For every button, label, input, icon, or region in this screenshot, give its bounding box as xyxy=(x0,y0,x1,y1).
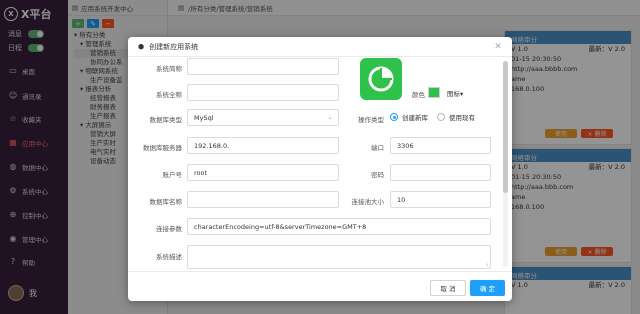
close-icon[interactable]: ✕ xyxy=(493,42,503,52)
radio-create-new-db[interactable]: 创建新库 xyxy=(390,112,428,122)
app-icon-preview[interactable] xyxy=(360,58,402,100)
radio-dot xyxy=(390,113,398,121)
system-desc-textarea[interactable]: ⌟ xyxy=(187,245,491,269)
resize-grip-icon[interactable]: ⌟ xyxy=(485,260,488,267)
field-label: 密码 xyxy=(371,171,384,179)
modal-title: 创建新应用系统 xyxy=(149,42,199,51)
cube-icon: ⬢ xyxy=(138,42,145,51)
modal-footer: 取 消 确 定 xyxy=(128,271,512,301)
color-swatch[interactable] xyxy=(428,87,440,98)
cancel-button[interactable]: 取 消 xyxy=(430,280,466,296)
radio-dot xyxy=(437,113,445,121)
scrollbar-thumb[interactable] xyxy=(503,61,508,193)
create-app-modal: ⬢ 创建新应用系统 ✕ 系统简称 系统全称 颜色 图标▾ 数据库类型 MySql… xyxy=(128,37,512,301)
color-label: 颜色 xyxy=(412,91,425,99)
field-label: 操作类型 xyxy=(358,116,384,124)
field-label: 系统简称 xyxy=(156,65,182,73)
pool-size-input[interactable]: 10 xyxy=(390,191,491,208)
password-input[interactable] xyxy=(390,164,491,181)
field-label: 系统描述 xyxy=(156,253,182,261)
field-label: 端口 xyxy=(371,144,384,152)
system-short-name-input[interactable] xyxy=(187,58,339,75)
system-full-name-input[interactable] xyxy=(187,84,339,101)
icon-picker[interactable]: 图标▾ xyxy=(447,88,463,98)
caret-down-icon: ▾ xyxy=(460,90,464,98)
field-label: 连接参数 xyxy=(156,225,182,233)
radio-use-existing-db[interactable]: 使用现有 xyxy=(437,112,475,122)
pie-chart-icon xyxy=(368,66,394,92)
field-label: 连接池大小 xyxy=(351,198,385,206)
confirm-button[interactable]: 确 定 xyxy=(470,280,505,296)
modal-scrollbar[interactable] xyxy=(503,61,508,267)
port-input[interactable]: 3306 xyxy=(390,137,491,154)
conn-params-input[interactable]: characterEncodeing=utf-8&serverTimezone=… xyxy=(187,218,491,235)
modal-header: ⬢ 创建新应用系统 ✕ xyxy=(128,37,512,57)
modal-body: 系统简称 系统全称 颜色 图标▾ 数据库类型 MySql ⌄ 操作类型 创建新库 xyxy=(128,57,512,271)
field-label: 系统全称 xyxy=(156,91,182,99)
